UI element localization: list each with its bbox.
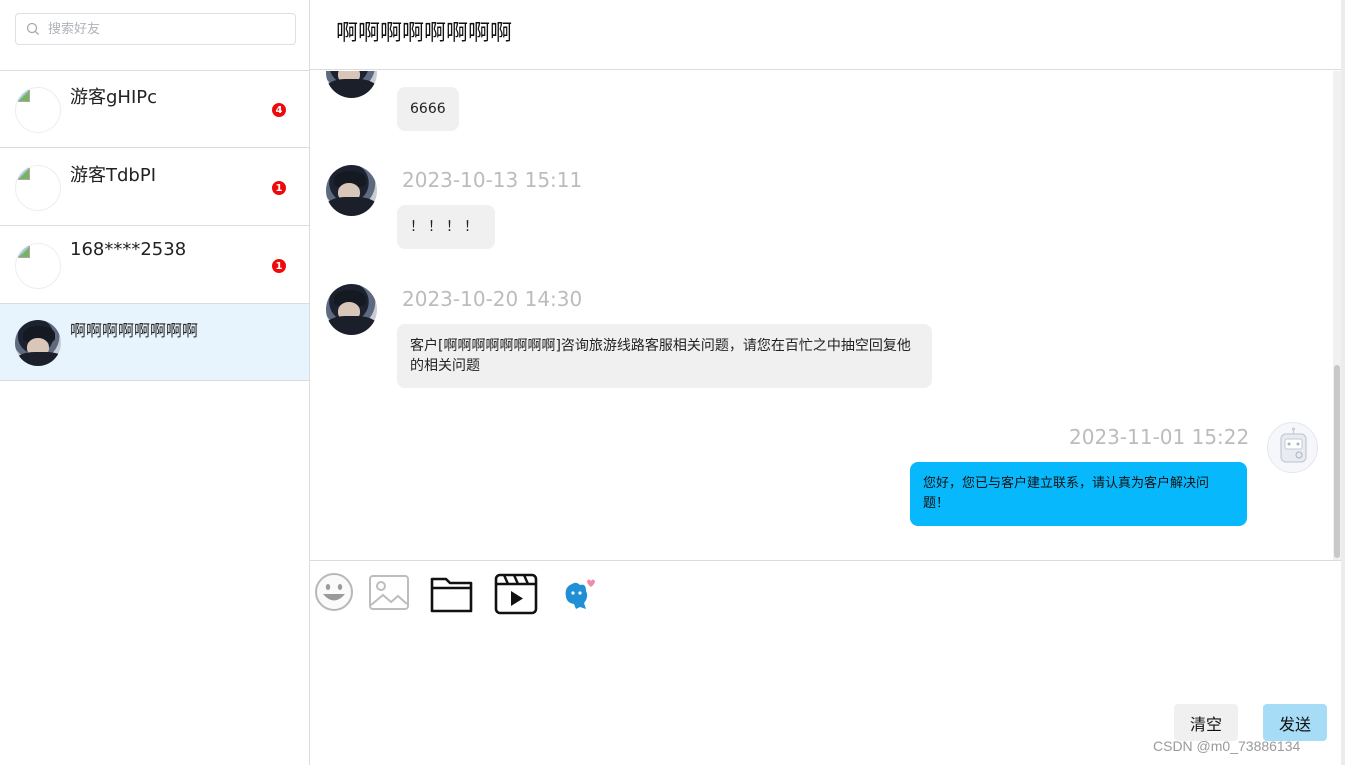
video-icon[interactable]	[493, 571, 539, 617]
unread-badge: 1	[271, 258, 287, 274]
watermark: CSDN @m0_73886134	[1153, 738, 1301, 754]
message-bubble: ！！！！	[397, 205, 495, 249]
contact-avatar	[15, 243, 61, 289]
broken-image-icon	[18, 246, 30, 258]
message-list[interactable]: 6666 2023-10-13 15:11 ！！！！ 2023-10-20 14…	[310, 71, 1340, 560]
contact-item[interactable]: 168****2538 1	[0, 227, 309, 304]
robot-icon	[1280, 427, 1307, 463]
message-bubble: 6666	[397, 87, 459, 131]
composer-divider	[310, 560, 1341, 561]
search-icon	[26, 22, 39, 35]
message-timestamp: 2023-10-20 14:30	[402, 287, 583, 311]
contact-item[interactable]: 游客TdbPI 1	[0, 149, 309, 226]
scrollbar-thumb[interactable]	[1334, 365, 1340, 558]
contact-avatar	[15, 165, 61, 211]
clear-button[interactable]: 清空	[1174, 704, 1238, 741]
send-button[interactable]: 发送	[1263, 704, 1327, 741]
message-timestamp: 2023-10-13 15:11	[402, 168, 583, 192]
search-input[interactable]	[48, 14, 288, 44]
contact-name: 168****2538	[70, 239, 187, 260]
customer-avatar	[326, 284, 377, 335]
agent-avatar	[1267, 422, 1318, 473]
message-bubble: 客户[啊啊啊啊啊啊啊啊]咨询旅游线路客服相关问题，请您在百忙之中抽空回复他的相关…	[397, 324, 932, 388]
emoji-icon[interactable]	[312, 571, 358, 617]
contact-avatar	[15, 320, 61, 366]
contact-name: 游客gHIPc	[70, 87, 158, 108]
message-bubble-mine: 您好，您已与客户建立联系，请认真为客户解决问题！	[910, 462, 1247, 526]
broken-image-icon	[18, 168, 30, 180]
window-edge	[1341, 0, 1345, 765]
unread-badge: 1	[271, 180, 287, 196]
broken-image-icon	[18, 90, 30, 102]
contact-sidebar: 游客gHIPc 4 游客TdbPI 1 168****2538 1 啊啊啊啊啊啊…	[0, 0, 310, 765]
customer-avatar	[326, 71, 377, 98]
unread-badge: 4	[271, 102, 287, 118]
contact-name: 游客TdbPI	[70, 165, 157, 186]
chat-title: 啊啊啊啊啊啊啊啊	[336, 21, 513, 46]
contact-name: 啊啊啊啊啊啊啊啊	[70, 321, 199, 340]
contact-item-active[interactable]: 啊啊啊啊啊啊啊啊	[0, 304, 309, 381]
message-input[interactable]	[320, 624, 1330, 694]
mascot-icon[interactable]	[556, 571, 602, 617]
customer-avatar	[326, 165, 377, 216]
chat-panel: 啊啊啊啊啊啊啊啊 6666 2023-10-13 15:11 ！！！！ 2023…	[310, 0, 1345, 765]
chat-header: 啊啊啊啊啊啊啊啊	[310, 0, 1345, 70]
contact-item[interactable]: 游客gHIPc 4	[0, 71, 309, 148]
search-box[interactable]	[15, 13, 296, 45]
contact-avatar	[15, 87, 61, 133]
image-icon[interactable]	[366, 571, 412, 617]
message-timestamp: 2023-11-01 15:22	[1069, 425, 1250, 449]
folder-icon[interactable]	[429, 571, 475, 617]
